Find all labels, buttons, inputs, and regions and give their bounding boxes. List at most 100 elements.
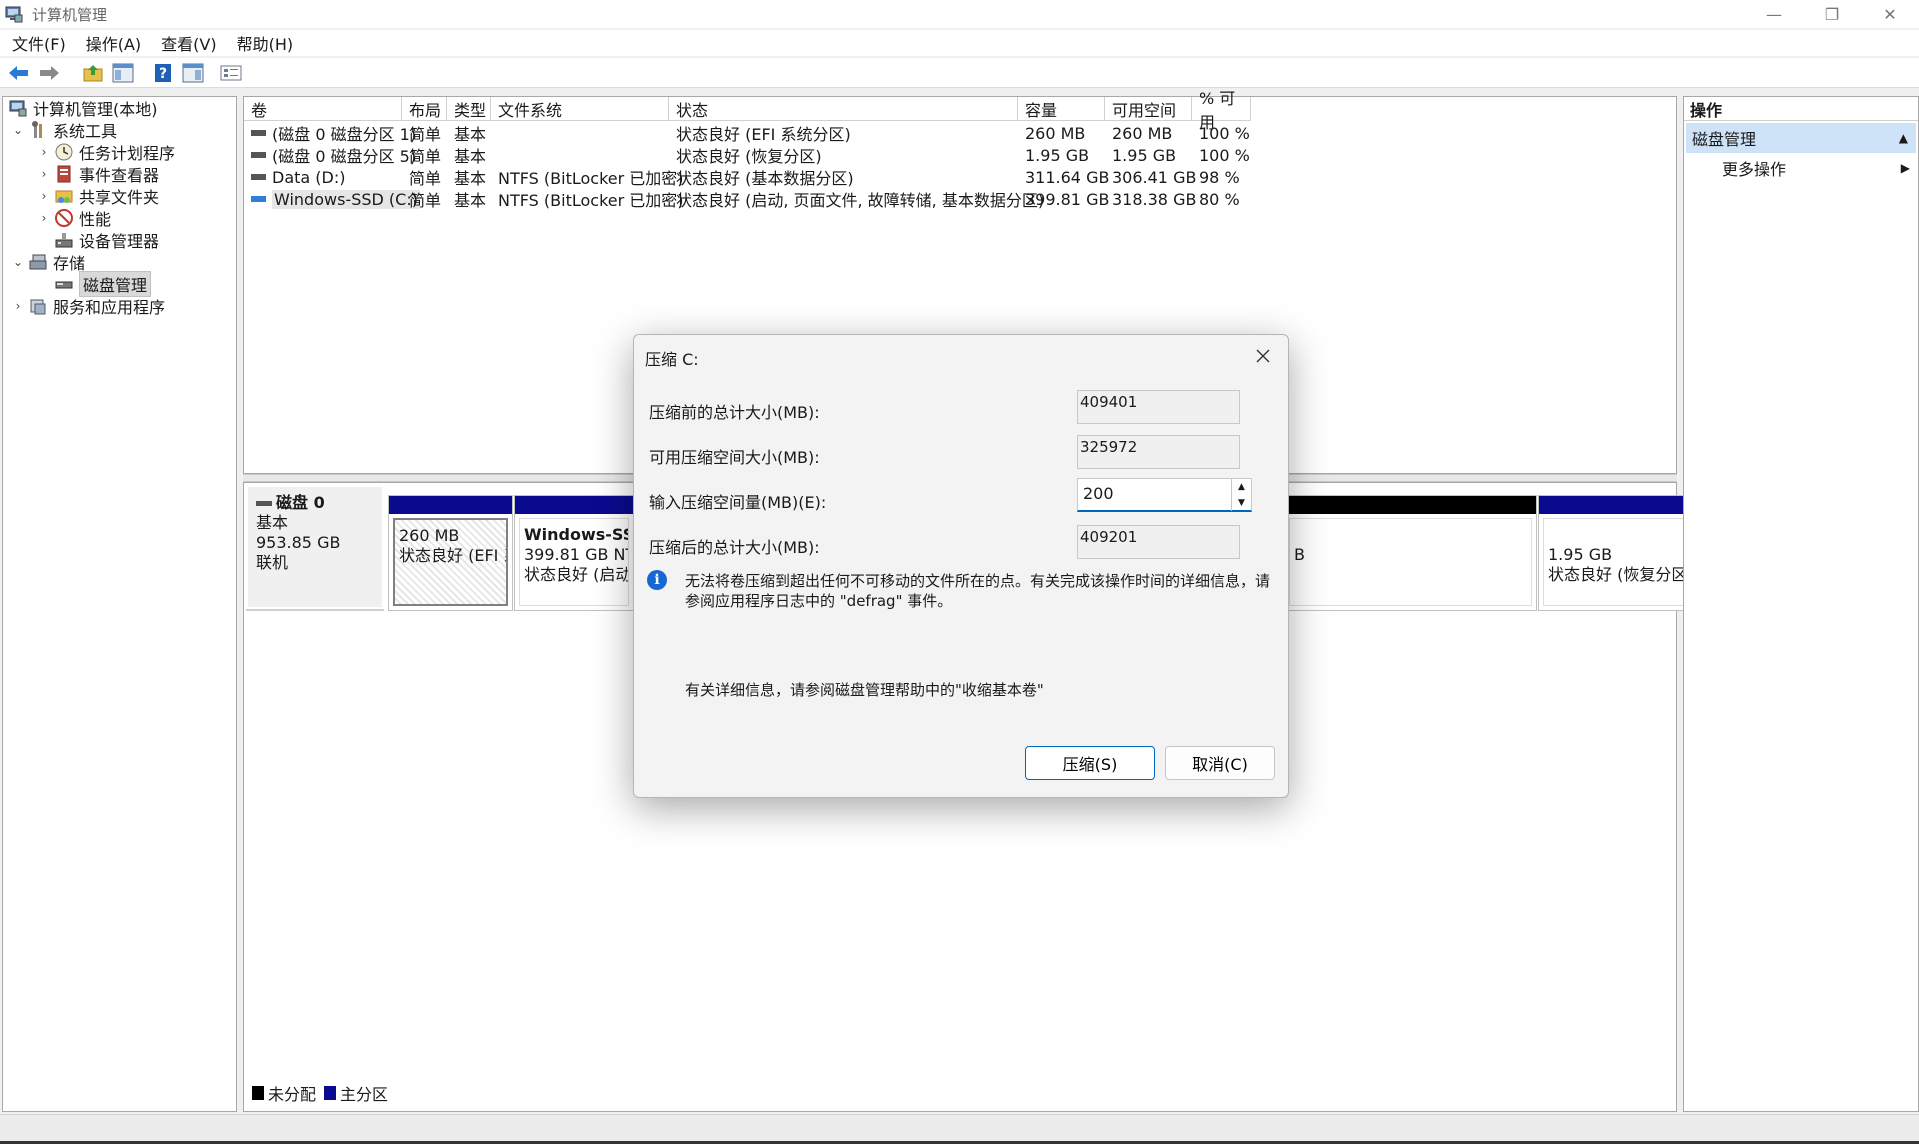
col-header-capacity[interactable]: 容量 — [1018, 97, 1105, 121]
help-reference-text: 有关详细信息，请参阅磁盘管理帮助中的"收缩基本卷" — [685, 681, 1044, 699]
action-more-actions[interactable]: 更多操作 ▶ — [1684, 153, 1918, 183]
menu-help[interactable]: 帮助(H) — [227, 31, 304, 55]
cell-percent-free: 98 % — [1199, 167, 1240, 187]
col-header-percent-free[interactable]: % 可用 — [1192, 89, 1251, 132]
volume-icon — [251, 196, 266, 202]
performance-icon — [54, 208, 74, 228]
table-row[interactable]: Windows-SSD (C:) 简单 基本 NTFS (BitLocker 已… — [244, 188, 1676, 210]
collapse-up-icon[interactable]: ▲ — [1899, 131, 1908, 145]
help-icon: ? — [155, 63, 171, 82]
chevron-right-icon[interactable]: › — [11, 299, 25, 313]
tree-item-task-scheduler[interactable]: › 任务计划程序 — [37, 141, 175, 163]
device-manager-icon — [54, 230, 74, 250]
back-arrow-icon — [9, 65, 28, 80]
computer-management-icon — [4, 4, 24, 24]
console-tree: 计算机管理(本地) ⌄ 系统工具 › 任务计划程序 › 事件查看器 › 共享文件… — [2, 96, 237, 1112]
tree-item-disk-management[interactable]: 磁盘管理 — [51, 271, 152, 297]
legend-primary: 主分区 — [340, 1085, 389, 1104]
menu-action[interactable]: 操作(A) — [76, 31, 151, 55]
status-bar — [0, 1114, 1919, 1142]
show-hide-tree-button[interactable] — [110, 61, 136, 85]
shrink-amount-value[interactable]: 200 — [1083, 484, 1114, 510]
action-label: 更多操作 — [1722, 160, 1787, 179]
tree-label: 计算机管理(本地) — [33, 100, 158, 119]
table-row[interactable]: Data (D:) 简单 基本 NTFS (BitLocker 已加密) 状态良… — [244, 166, 1676, 188]
tree-item-root[interactable]: 计算机管理(本地) — [5, 97, 158, 119]
partition-data-d[interactable]: B — [1284, 495, 1537, 611]
tree-item-device-manager[interactable]: 设备管理器 — [51, 229, 159, 251]
up-folder-button[interactable] — [80, 61, 106, 85]
tree-label: 任务计划程序 — [79, 144, 176, 163]
shrink-dialog: 压缩 C: 压缩前的总计大小(MB): 409401 可用压缩空间大小(MB):… — [633, 334, 1289, 798]
help-button[interactable]: ? — [150, 61, 176, 85]
menu-view[interactable]: 查看(V) — [151, 31, 226, 55]
tree-item-storage[interactable]: ⌄ 存储 — [11, 251, 85, 273]
console-tree-icon — [112, 63, 134, 82]
cell-type: 基本 — [454, 169, 487, 188]
minimize-button[interactable]: — — [1745, 0, 1803, 28]
disk-status: 联机 — [256, 553, 289, 572]
cell-status: 状态良好 (恢复分区) — [676, 147, 822, 166]
chevron-right-icon[interactable]: › — [37, 189, 51, 203]
properties-icon — [220, 65, 242, 80]
volume-icon — [251, 130, 266, 136]
col-header-status[interactable]: 状态 — [669, 97, 1018, 121]
tree-label: 服务和应用程序 — [53, 298, 166, 317]
chevron-right-icon[interactable]: › — [37, 167, 51, 181]
action-group-disk-management[interactable]: 磁盘管理 ▲ — [1686, 123, 1916, 153]
partition-windows-ssd[interactable]: Windows-SSD 399.81 GB NTFS 状态良好 (启动, — [514, 495, 634, 611]
tree-item-services-apps[interactable]: › 服务和应用程序 — [11, 295, 165, 317]
col-header-free-space[interactable]: 可用空间 — [1105, 97, 1192, 121]
cell-layout: 简单 — [409, 125, 442, 144]
legend-unallocated: 未分配 — [268, 1085, 317, 1104]
show-hide-action-pane-button[interactable] — [180, 61, 206, 85]
shrink-amount-input[interactable]: 200 ▲ ▼ — [1077, 478, 1252, 512]
spin-down-icon[interactable]: ▼ — [1232, 495, 1251, 511]
chevron-down-icon[interactable]: ⌄ — [11, 255, 25, 269]
partition-efi[interactable]: 260 MB 状态良好 (EFI 系 — [388, 495, 513, 611]
chevron-down-icon[interactable]: ⌄ — [11, 123, 25, 137]
cell-percent-free: 100 % — [1199, 145, 1250, 165]
tree-item-shared-folders[interactable]: › 共享文件夹 — [37, 185, 159, 207]
cell-free-space: 260 MB — [1112, 123, 1173, 143]
menu-file[interactable]: 文件(F) — [0, 31, 76, 55]
tree-item-system-tools[interactable]: ⌄ 系统工具 — [11, 119, 117, 141]
tree-item-event-viewer[interactable]: › 事件查看器 — [37, 163, 159, 185]
table-row[interactable]: (磁盘 0 磁盘分区 5) 简单 基本 状态良好 (恢复分区) 1.95 GB … — [244, 144, 1676, 166]
spin-up-icon[interactable]: ▲ — [1232, 479, 1251, 495]
legend: 未分配 主分区 — [248, 1081, 388, 1105]
col-header-layout[interactable]: 布局 — [402, 97, 447, 121]
forward-button[interactable] — [36, 61, 62, 85]
maximize-button[interactable]: ❐ — [1803, 0, 1861, 28]
dialog-close-button[interactable] — [1248, 341, 1278, 371]
col-header-volume[interactable]: 卷 — [244, 97, 402, 121]
partition-status: 状态良好 (EFI 系 — [399, 546, 508, 565]
cell-volume: (磁盘 0 磁盘分区 5) — [272, 147, 417, 166]
close-window-button[interactable]: ✕ — [1861, 0, 1919, 28]
available-space-label: 可用压缩空间大小(MB): — [649, 448, 820, 467]
menu-bar: 文件(F) 操作(A) 查看(V) 帮助(H) — [0, 30, 1919, 56]
unallocated-swatch — [252, 1086, 264, 1100]
tree-label: 系统工具 — [53, 122, 118, 141]
shrink-button[interactable]: 压缩(S) — [1025, 746, 1155, 780]
properties-button[interactable] — [218, 61, 244, 85]
quantity-stepper[interactable]: ▲ ▼ — [1231, 479, 1251, 511]
actions-pane: 操作 磁盘管理 ▲ 更多操作 ▶ — [1683, 96, 1919, 1112]
action-group-label: 磁盘管理 — [1692, 130, 1757, 149]
cancel-button[interactable]: 取消(C) — [1165, 746, 1275, 780]
disk-info[interactable]: 磁盘 0 基本 953.85 GB 联机 — [248, 487, 382, 607]
toolbar: ? — [0, 58, 1919, 88]
clock-icon — [54, 142, 74, 162]
cell-free-space: 318.38 GB — [1112, 189, 1197, 209]
tree-item-performance[interactable]: › 性能 — [37, 207, 111, 229]
disk-type: 基本 — [256, 513, 289, 532]
cell-filesystem: NTFS (BitLocker 已加密) — [498, 169, 684, 188]
col-header-type[interactable]: 类型 — [447, 97, 491, 121]
table-row[interactable]: (磁盘 0 磁盘分区 1) 简单 基本 状态良好 (EFI 系统分区) 260 … — [244, 122, 1676, 144]
storage-icon — [28, 252, 48, 272]
back-button[interactable] — [6, 61, 32, 85]
chevron-right-icon[interactable]: › — [37, 211, 51, 225]
col-header-filesystem[interactable]: 文件系统 — [491, 97, 669, 121]
chevron-right-icon[interactable]: › — [37, 145, 51, 159]
cell-capacity: 399.81 GB — [1025, 189, 1110, 209]
